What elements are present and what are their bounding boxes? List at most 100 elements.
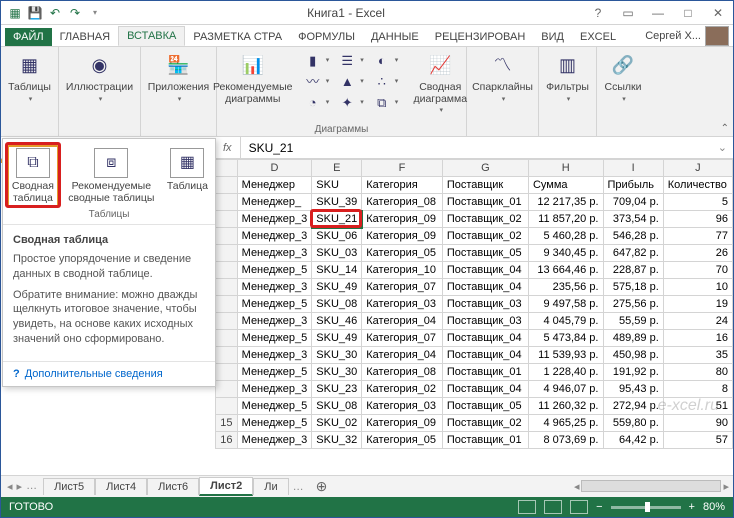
- cell[interactable]: 11 539,93 р.: [528, 347, 603, 364]
- cell[interactable]: 191,92 р.: [603, 364, 663, 381]
- sheet-tab[interactable]: Ли: [253, 478, 288, 495]
- sparklines-button[interactable]: 〽 Спарклайны: [468, 50, 537, 105]
- cell[interactable]: 51: [663, 398, 732, 415]
- scroll-right-icon[interactable]: ▸: [723, 480, 729, 493]
- cell[interactable]: Поставщик_01: [442, 432, 528, 449]
- table-row[interactable]: 16Менеджер_3SKU_32Категория_05Поставщик_…: [216, 432, 733, 449]
- row-header[interactable]: [216, 330, 238, 347]
- row-header[interactable]: 15: [216, 415, 238, 432]
- cell[interactable]: SKU_30: [312, 347, 362, 364]
- sheet-tab[interactable]: Лист5: [43, 478, 95, 495]
- cell[interactable]: Поставщик_04: [442, 279, 528, 296]
- cell[interactable]: 8: [663, 381, 732, 398]
- cell[interactable]: 1 228,40 р.: [528, 364, 603, 381]
- cell[interactable]: 228,87 р.: [603, 262, 663, 279]
- cell[interactable]: 5 460,28 р.: [528, 228, 603, 245]
- chart-area-icon[interactable]: ▲: [336, 73, 367, 91]
- table-button[interactable]: ▦ Таблица: [164, 145, 211, 207]
- field-header[interactable]: Прибыль: [603, 177, 663, 194]
- table-row[interactable]: Менеджер_5SKU_30Категория_08Поставщик_01…: [216, 364, 733, 381]
- tab-formulas[interactable]: ФОРМУЛЫ: [290, 28, 363, 46]
- zoom-in-icon[interactable]: +: [689, 501, 695, 513]
- cell[interactable]: 90: [663, 415, 732, 432]
- expand-formula-icon[interactable]: ⌄: [712, 141, 733, 154]
- sheet-more-icon[interactable]: …: [289, 481, 308, 493]
- cell[interactable]: Поставщик_05: [442, 398, 528, 415]
- cell[interactable]: 575,18 р.: [603, 279, 663, 296]
- tab-layout[interactable]: РАЗМЕТКА СТРА: [185, 28, 290, 46]
- cell[interactable]: Менеджер_3: [237, 245, 312, 262]
- cell[interactable]: 19: [663, 296, 732, 313]
- cell[interactable]: 11 260,32 р.: [528, 398, 603, 415]
- cell[interactable]: 77: [663, 228, 732, 245]
- col-header[interactable]: J: [663, 160, 732, 177]
- cell[interactable]: Категория_09: [362, 415, 443, 432]
- cell[interactable]: Менеджер_3: [237, 347, 312, 364]
- table-row[interactable]: Менеджер_5SKU_08Категория_03Поставщик_03…: [216, 296, 733, 313]
- links-button[interactable]: 🔗 Ссылки: [601, 50, 646, 105]
- table-row[interactable]: Менеджер_5SKU_49Категория_07Поставщик_04…: [216, 330, 733, 347]
- cell[interactable]: 272,94 р.: [603, 398, 663, 415]
- cell[interactable]: Категория_05: [362, 432, 443, 449]
- cell[interactable]: Категория_05: [362, 245, 443, 262]
- chart-combo-icon[interactable]: ⧉: [371, 94, 402, 112]
- cell[interactable]: 489,89 р.: [603, 330, 663, 347]
- collapse-ribbon-icon[interactable]: ⌃: [721, 123, 729, 134]
- table-row[interactable]: Менеджер_3SKU_21Категория_09Поставщик_02…: [216, 211, 733, 228]
- row-header[interactable]: [216, 228, 238, 245]
- col-header[interactable]: E: [312, 160, 362, 177]
- cell[interactable]: Категория_08: [362, 364, 443, 381]
- cell[interactable]: Менеджер_5: [237, 398, 312, 415]
- view-layout-icon[interactable]: [544, 500, 562, 514]
- col-header[interactable]: D: [237, 160, 312, 177]
- tab-insert[interactable]: ВСТАВКА: [118, 26, 185, 46]
- table-row[interactable]: Менеджер_3SKU_30Категория_04Поставщик_04…: [216, 347, 733, 364]
- cell[interactable]: Менеджер_3: [237, 432, 312, 449]
- cell[interactable]: Категория_09: [362, 211, 443, 228]
- cell[interactable]: 559,80 р.: [603, 415, 663, 432]
- cell[interactable]: SKU_39: [312, 194, 362, 211]
- cell[interactable]: SKU_49: [312, 279, 362, 296]
- cell[interactable]: 647,82 р.: [603, 245, 663, 262]
- cell[interactable]: 8 073,69 р.: [528, 432, 603, 449]
- col-header[interactable]: H: [528, 160, 603, 177]
- cell[interactable]: 96: [663, 211, 732, 228]
- chart-column-icon[interactable]: ▮: [302, 52, 333, 70]
- ribbon-options-icon[interactable]: ▭: [613, 3, 643, 23]
- cell[interactable]: Поставщик_02: [442, 211, 528, 228]
- recommended-charts-button[interactable]: 📊 Рекомендуемые диаграммы: [208, 50, 298, 122]
- field-header[interactable]: SKU: [312, 177, 362, 194]
- cell[interactable]: Менеджер_5: [237, 296, 312, 313]
- cell[interactable]: Менеджер_3: [237, 313, 312, 330]
- cell[interactable]: Менеджер_5: [237, 415, 312, 432]
- table-row[interactable]: Менеджер_3SKU_23Категория_02Поставщик_04…: [216, 381, 733, 398]
- table-row[interactable]: Менеджер_SKU_39Категория_08Поставщик_011…: [216, 194, 733, 211]
- cell[interactable]: 4 965,25 р.: [528, 415, 603, 432]
- minimize-icon[interactable]: —: [643, 3, 673, 23]
- cell[interactable]: Категория_08: [362, 194, 443, 211]
- filters-button[interactable]: ▥ Фильтры: [542, 50, 593, 105]
- cell[interactable]: Поставщик_03: [442, 296, 528, 313]
- cell[interactable]: 26: [663, 245, 732, 262]
- cell[interactable]: 70: [663, 262, 732, 279]
- cell[interactable]: 4 946,07 р.: [528, 381, 603, 398]
- view-pagebreak-icon[interactable]: [570, 500, 588, 514]
- table-row[interactable]: Менеджер_5SKU_14Категория_10Поставщик_04…: [216, 262, 733, 279]
- row-header[interactable]: [216, 279, 238, 296]
- chart-pie-icon[interactable]: ◔: [302, 94, 333, 112]
- cell[interactable]: Менеджер_3: [237, 279, 312, 296]
- cell[interactable]: Поставщик_02: [442, 415, 528, 432]
- cell[interactable]: Поставщик_04: [442, 381, 528, 398]
- row-header[interactable]: [216, 313, 238, 330]
- row-header[interactable]: [216, 262, 238, 279]
- cell[interactable]: 35: [663, 347, 732, 364]
- cell[interactable]: Категория_04: [362, 347, 443, 364]
- cell[interactable]: Поставщик_04: [442, 347, 528, 364]
- row-header[interactable]: [216, 194, 238, 211]
- cell[interactable]: 373,54 р.: [603, 211, 663, 228]
- sheet-tab[interactable]: Лист4: [95, 478, 147, 495]
- tab-data[interactable]: ДАННЫЕ: [363, 28, 427, 46]
- col-header[interactable]: G: [442, 160, 528, 177]
- cell[interactable]: Менеджер_3: [237, 381, 312, 398]
- cell[interactable]: SKU_46: [312, 313, 362, 330]
